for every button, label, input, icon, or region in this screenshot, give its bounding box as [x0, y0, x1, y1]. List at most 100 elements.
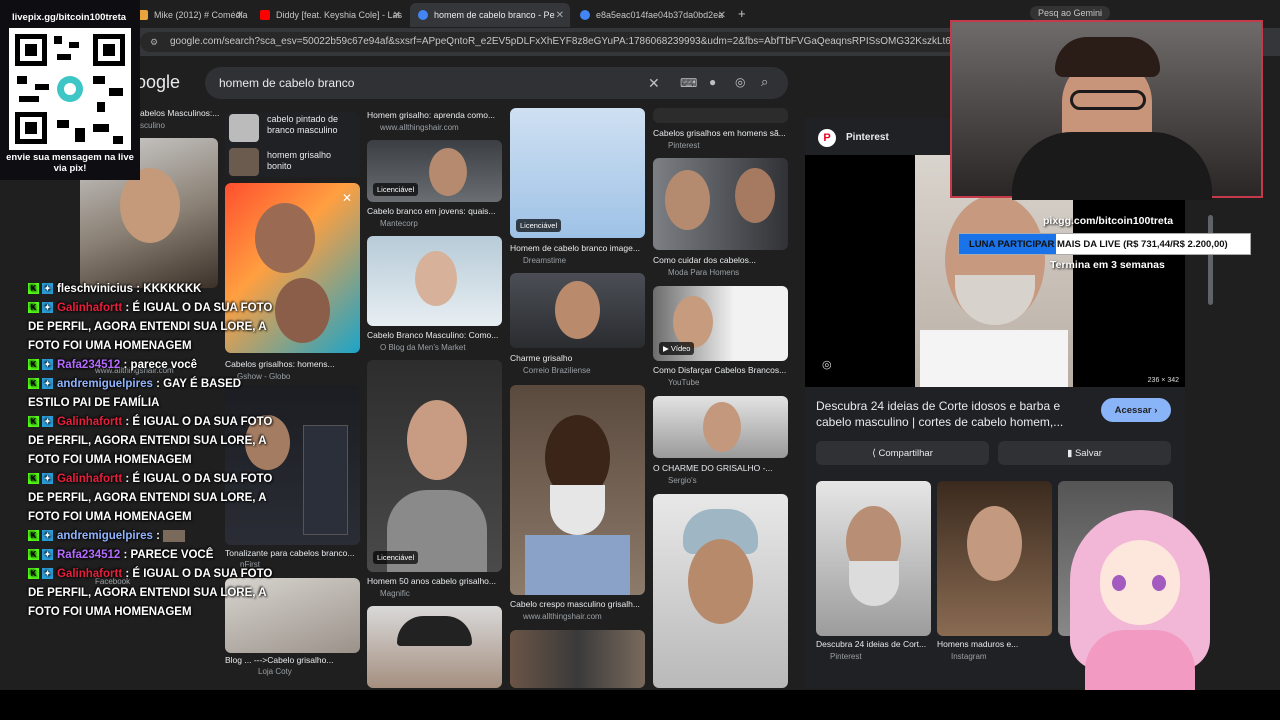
related-image[interactable] [937, 481, 1052, 636]
tile-caption: Charme grisalho [510, 353, 573, 363]
chat-message: K ✦ Rafa234512 : parece você [28, 356, 273, 375]
url-text: google.com/search?sca_esv=50022b59c67e94… [170, 36, 960, 47]
close-icon[interactable]: ✕ [556, 10, 564, 21]
glasses-shape [1070, 90, 1146, 110]
site-settings-icon[interactable]: ⚙ [150, 37, 158, 48]
kick-icon: K [28, 568, 39, 580]
url-field[interactable]: google.com/search?sca_esv=50022b59c67e94… [140, 32, 960, 52]
image-tile[interactable] [653, 108, 788, 123]
face-shape [703, 402, 741, 452]
face-shape [407, 400, 467, 480]
mic-icon[interactable]: ● [709, 75, 716, 89]
webcam-overlay [950, 20, 1263, 200]
tile-caption: Homem 50 anos cabelo grisalho... [367, 576, 496, 586]
youtube-icon [260, 10, 270, 20]
tile-source: Loja Coty [258, 667, 292, 676]
chat-message: K ✦ Galinhafortt : É IGUAL O DA SUA FOTO D… [28, 416, 273, 466]
tab-4[interactable]: e8a5eac014fae04b37da0bd2ea ✕ [572, 3, 732, 27]
lens-icon[interactable]: ◎ [735, 75, 745, 89]
panel-source[interactable]: Pinterest [846, 132, 889, 143]
emote-icon [163, 529, 186, 542]
suggestion-item[interactable]: homem grisalho bonito [267, 150, 357, 172]
jacket-shape [525, 535, 630, 595]
tile-caption: Blog ... --->Cabelo grisalho... [225, 655, 334, 665]
tile-source: Magnific [380, 589, 410, 598]
tile-source: O Blog da Men's Market [380, 343, 466, 352]
tile-caption: Cabelo Branco Masculino: Como... [367, 330, 499, 340]
shirt-shape [1012, 132, 1212, 200]
badge-icon: ✦ [42, 283, 53, 295]
face-shape [555, 281, 600, 339]
tile-caption: abelos Masculinos:... [140, 108, 220, 118]
kick-icon: K [28, 549, 39, 561]
image-tile[interactable] [653, 494, 788, 688]
image-tile[interactable]: Licenciável [367, 360, 502, 572]
beard-shape [849, 561, 899, 606]
pix-url: pixgg.com/bitcoin100treta [1043, 215, 1174, 227]
tile-source: Mantecorp [380, 219, 418, 228]
visit-button[interactable]: Acessar › [1101, 398, 1171, 422]
image-tile[interactable] [653, 396, 788, 458]
tile-caption: Cabelos grisalhos em homens sã... [653, 128, 786, 138]
bottom-bar [0, 690, 1280, 720]
qr-overlay: livepix.gg/bitcoin100treta envie sua men… [0, 0, 140, 180]
scrollbar[interactable] [1208, 215, 1213, 305]
chat-message: K ✦ Rafa234512 : PARECE VOCÊ [28, 546, 273, 565]
suggestion-thumb [229, 114, 259, 142]
vtuber-eye [1112, 575, 1126, 591]
image-tile[interactable] [367, 606, 502, 688]
goal-deadline: Termina em 3 semanas [1050, 259, 1165, 271]
chat-message: K ✦ Galinhafortt : É IGUAL O DA SUA FOTO D… [28, 568, 273, 618]
related-source: Instagram [951, 652, 987, 661]
visit-label: Acessar [1114, 404, 1152, 416]
search-input[interactable]: homem de cabelo branco [205, 67, 788, 99]
gemini-button[interactable]: Pesq ao Gemini [1030, 6, 1111, 20]
image-tile[interactable]: ▶ Vídeo [653, 286, 788, 361]
tab-1[interactable]: Mike (2012) # Comédia ✕ [130, 3, 250, 27]
save-button[interactable]: ▮ Salvar [998, 441, 1171, 465]
face-shape [665, 170, 710, 230]
badge-icon: ✦ [42, 416, 53, 428]
tab-3-active[interactable]: homem de cabelo branco - Pe ✕ [410, 3, 570, 27]
face-shape [967, 506, 1022, 581]
chat-message: K ✦ andremiguelpires : GAY É BASED ESTILO … [28, 378, 242, 409]
related-image[interactable] [816, 481, 931, 636]
chat-text: KKKKKKK [143, 283, 202, 295]
clear-icon[interactable]: ✕ [648, 75, 660, 92]
close-icon[interactable]: ✕ [342, 191, 352, 205]
tile-caption: Cabelo crespo masculino grisalh... [510, 599, 640, 609]
suggestion-item[interactable]: cabelo pintado de branco masculino [267, 114, 357, 136]
chat-user: andremiguelpires [57, 530, 153, 542]
tab-label: homem de cabelo branco - Pe [434, 10, 555, 20]
tile-caption: Cabelo branco em jovens: quais... [367, 206, 496, 216]
search-icon[interactable]: ⌕ [761, 74, 768, 90]
image-tile[interactable] [653, 158, 788, 250]
face-shape [275, 278, 330, 343]
close-icon[interactable]: ✕ [718, 10, 726, 21]
tile-caption: O CHARME DO GRISALHO -... [653, 463, 773, 473]
tile-source: Pinterest [668, 141, 700, 150]
close-icon[interactable]: ✕ [236, 10, 244, 21]
tile-source: www.allthingshair.com [523, 612, 602, 621]
image-tile[interactable] [510, 630, 645, 688]
image-tile[interactable] [367, 236, 502, 326]
chat-user: Rafa234512 [57, 359, 121, 371]
keyboard-icon[interactable]: ⌨ [680, 76, 697, 90]
face-shape [673, 296, 713, 348]
new-tab-button[interactable]: + [738, 6, 746, 21]
shirt-shape [920, 330, 1068, 387]
beard-shape [955, 275, 1035, 325]
chat-message: K ✦ Galinhafortt : É IGUAL O DA SUA FOTO D… [28, 302, 273, 352]
image-tile[interactable]: Licenciável [367, 140, 502, 202]
panel-title[interactable]: Descubra 24 ideias de Corte idosos e bar… [816, 398, 1086, 430]
image-tile[interactable] [510, 385, 645, 595]
badge-icon: ✦ [42, 378, 53, 390]
close-icon[interactable]: ✕ [393, 10, 401, 21]
google-logo[interactable]: oogle [136, 72, 180, 93]
image-tile[interactable] [510, 273, 645, 348]
lens-icon[interactable]: ◎ [822, 358, 832, 371]
tab-2[interactable]: Diddy [feat. Keyshia Cole] - Las ✕ [252, 3, 407, 27]
goal-bar: LUNA PARTICIPAR MAIS DA LIVE (R$ 731,44/… [958, 233, 1251, 255]
image-tile[interactable]: Licenciável [510, 108, 645, 238]
share-button[interactable]: ⟨ Compartilhar [816, 441, 989, 465]
